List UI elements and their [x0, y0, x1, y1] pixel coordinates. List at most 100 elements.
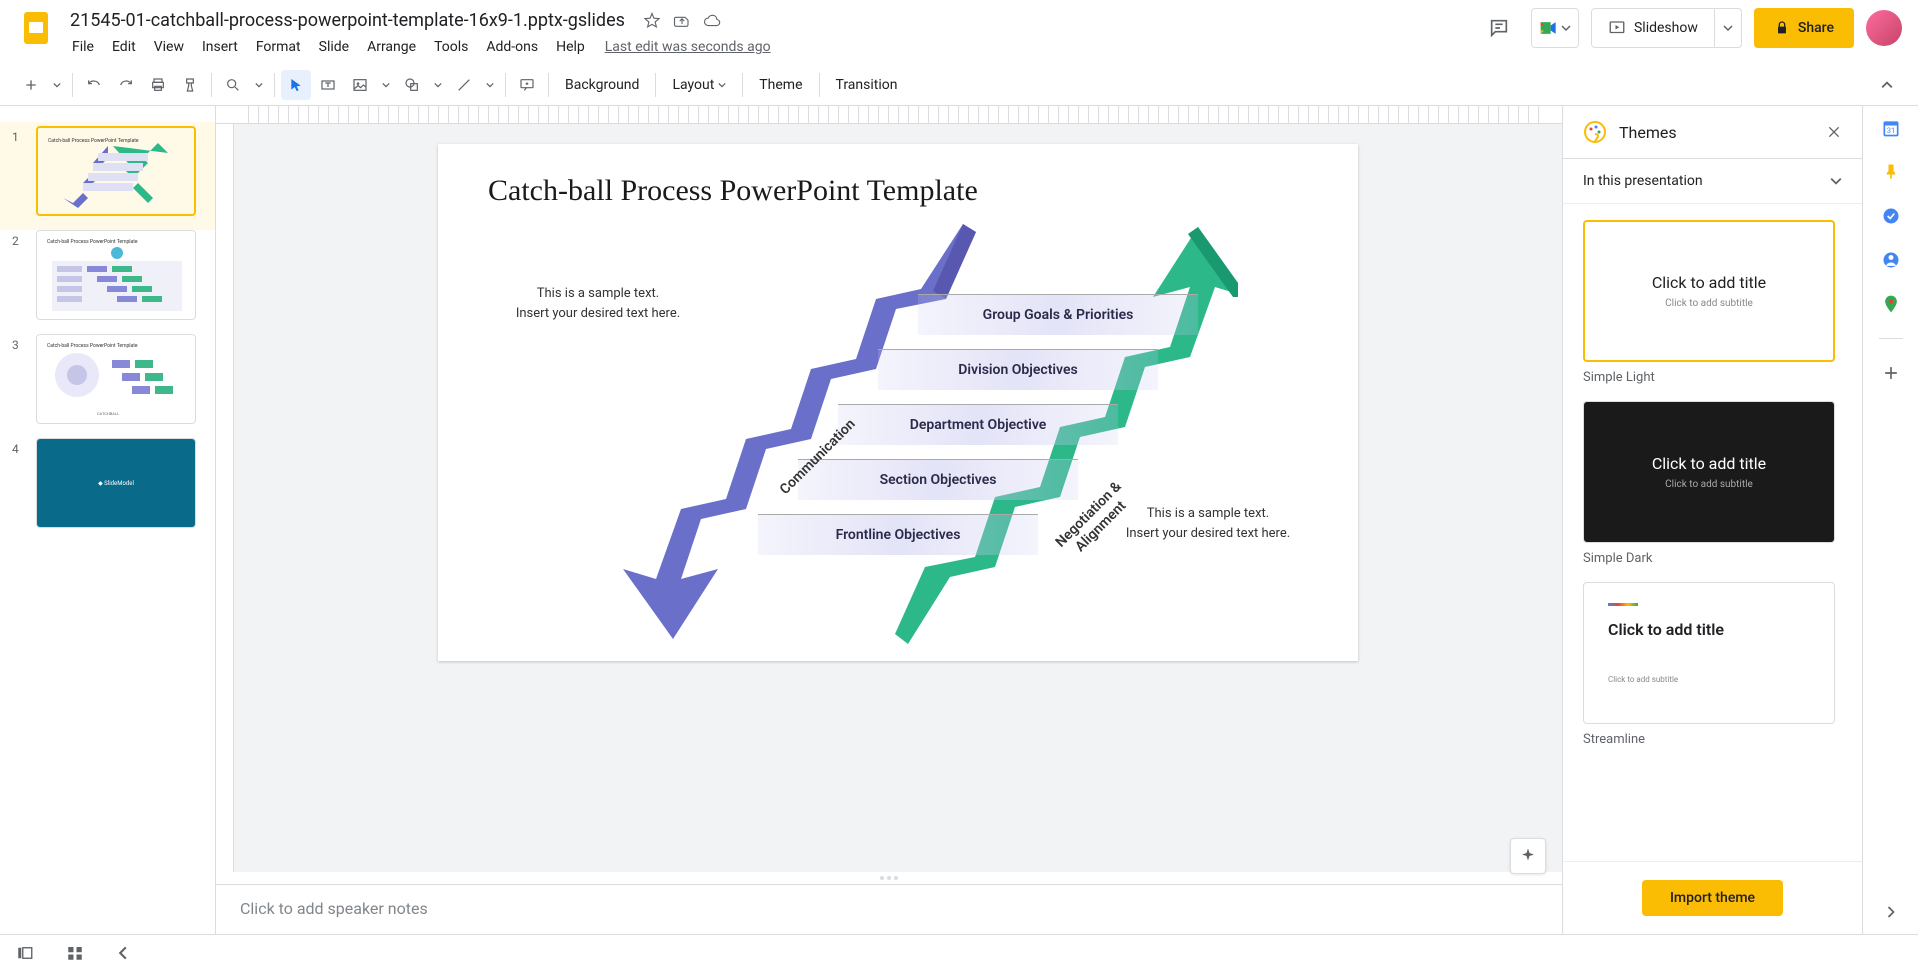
menu-help[interactable]: Help	[548, 35, 593, 59]
thumb-number: 2	[12, 230, 28, 320]
slide-thumbnail-3[interactable]: Catch-ball Process PowerPoint Template CA…	[36, 334, 196, 424]
layout-button[interactable]: Layout	[662, 70, 736, 100]
add-addon-icon[interactable]	[1881, 363, 1901, 383]
line-tool[interactable]	[449, 70, 479, 100]
tasks-icon[interactable]	[1881, 206, 1901, 226]
svg-text:CATCHBALL: CATCHBALL	[97, 411, 120, 416]
maps-icon[interactable]	[1881, 294, 1901, 314]
catchball-diagram[interactable]: Group Goals & Priorities Division Object…	[618, 214, 1238, 654]
contacts-icon[interactable]	[1881, 250, 1901, 270]
print-button[interactable]	[143, 70, 173, 100]
move-icon[interactable]	[673, 12, 691, 30]
redo-button[interactable]	[111, 70, 141, 100]
theme-card-simple-light: Click to add title Click to add subtitle…	[1583, 220, 1842, 385]
close-icon[interactable]	[1826, 124, 1842, 140]
comments-button[interactable]	[1479, 8, 1519, 48]
slide-thumbnail-4[interactable]: ◆ SlideModel	[36, 438, 196, 528]
filmstrip: 1 Catch-ball Process PowerPoint Template…	[0, 106, 216, 934]
user-avatar[interactable]	[1866, 10, 1902, 46]
share-button[interactable]: Share	[1754, 8, 1854, 48]
star-icon[interactable]	[643, 12, 661, 30]
line-dropdown[interactable]	[481, 70, 499, 100]
comment-icon	[1488, 17, 1510, 39]
slide-thumbnail-2[interactable]: Catch-ball Process PowerPoint Template	[36, 230, 196, 320]
theme-preview[interactable]: Click to add title Click to add subtitle	[1583, 401, 1835, 543]
theme-name: Simple Light	[1583, 370, 1842, 385]
lock-icon	[1774, 20, 1790, 36]
zoom-dropdown[interactable]	[250, 70, 268, 100]
rung-group-goals[interactable]: Group Goals & Priorities	[918, 294, 1198, 335]
menu-insert[interactable]: Insert	[194, 35, 246, 59]
slide-title-text[interactable]: Catch-ball Process PowerPoint Template	[488, 174, 978, 208]
rung-department[interactable]: Department Objective	[838, 404, 1118, 445]
app-header: 21545-01-catchball-process-powerpoint-te…	[0, 0, 1918, 64]
menu-addons[interactable]: Add-ons	[478, 35, 546, 59]
slide-thumbnail-1[interactable]: Catch-ball Process PowerPoint Template	[36, 126, 196, 216]
svg-text:Catch-ball Process PowerPoint: Catch-ball Process PowerPoint Template	[48, 138, 139, 144]
rung-frontline[interactable]: Frontline Objectives	[758, 514, 1038, 555]
menu-tools[interactable]: Tools	[426, 35, 476, 59]
speaker-notes[interactable]: Click to add speaker notes	[216, 884, 1562, 934]
last-edit-link[interactable]: Last edit was seconds ago	[605, 39, 771, 55]
explore-button[interactable]	[1510, 838, 1546, 874]
theme-preview[interactable]: Click to add title Click to add subtitle	[1583, 582, 1835, 724]
toolbar: Background Layout Theme Transition	[0, 64, 1918, 106]
new-slide-dropdown[interactable]	[48, 70, 66, 100]
select-tool[interactable]	[281, 70, 311, 100]
menu-format[interactable]: Format	[248, 35, 309, 59]
paint-format-button[interactable]	[175, 70, 205, 100]
hide-panel-icon[interactable]	[1881, 902, 1901, 922]
shape-tool[interactable]	[397, 70, 427, 100]
zoom-button[interactable]	[218, 70, 248, 100]
comment-tool[interactable]	[512, 70, 542, 100]
menu-slide[interactable]: Slide	[311, 35, 357, 59]
collapse-filmstrip-icon[interactable]	[116, 946, 130, 960]
image-tool[interactable]	[345, 70, 375, 100]
theme-button[interactable]: Theme	[749, 70, 812, 100]
theme-name: Simple Dark	[1583, 551, 1842, 566]
slide-canvas[interactable]: Catch-ball Process PowerPoint Template T…	[438, 144, 1358, 661]
slideshow-label: Slideshow	[1634, 20, 1698, 36]
thumbnail-row: 3 Catch-ball Process PowerPoint Template…	[12, 334, 203, 424]
rung-division[interactable]: Division Objectives	[878, 349, 1158, 390]
hide-menus-button[interactable]	[1872, 70, 1902, 100]
theme-card-streamline: Click to add title Click to add subtitle…	[1583, 582, 1842, 747]
calendar-icon[interactable]: 31	[1881, 118, 1901, 138]
canvas-area: Catch-ball Process PowerPoint Template T…	[216, 106, 1562, 934]
cloud-icon[interactable]	[703, 12, 721, 30]
keep-icon[interactable]	[1881, 162, 1901, 182]
menu-arrange[interactable]: Arrange	[359, 35, 424, 59]
meet-button[interactable]	[1531, 8, 1579, 48]
header-actions: Slideshow Share	[1479, 8, 1902, 48]
themes-section-toggle[interactable]: In this presentation	[1563, 159, 1862, 204]
themes-header: Themes	[1563, 106, 1862, 159]
textbox-tool[interactable]	[313, 70, 343, 100]
menu-view[interactable]: View	[146, 35, 192, 59]
menu-file[interactable]: File	[64, 35, 102, 59]
background-button[interactable]: Background	[555, 70, 649, 100]
undo-button[interactable]	[79, 70, 109, 100]
shape-dropdown[interactable]	[429, 70, 447, 100]
thumb-number: 3	[12, 334, 28, 424]
import-theme-button[interactable]: Import theme	[1642, 880, 1783, 916]
slides-logo[interactable]	[16, 8, 56, 48]
slideshow-button[interactable]: Slideshow	[1591, 8, 1742, 48]
transition-button[interactable]: Transition	[826, 70, 908, 100]
rung-section[interactable]: Section Objectives	[798, 459, 1078, 500]
grid-view-icon[interactable]	[66, 944, 84, 962]
svg-text:Catch-ball Process PowerPoint: Catch-ball Process PowerPoint Template	[47, 343, 138, 349]
image-dropdown[interactable]	[377, 70, 395, 100]
theme-preview[interactable]: Click to add title Click to add subtitle	[1583, 220, 1835, 362]
svg-text:Catch-ball Process PowerPoint: Catch-ball Process PowerPoint Template	[47, 239, 138, 245]
meet-icon	[1539, 20, 1559, 36]
new-slide-button[interactable]	[16, 70, 46, 100]
menu-edit[interactable]: Edit	[104, 35, 144, 59]
canvas-scroll[interactable]: Catch-ball Process PowerPoint Template T…	[234, 124, 1562, 872]
doc-title[interactable]: 21545-01-catchball-process-powerpoint-te…	[64, 8, 631, 33]
slideshow-dropdown[interactable]	[1715, 9, 1741, 47]
filmstrip-view-icon[interactable]	[16, 944, 34, 962]
notes-resize-handle[interactable]	[216, 872, 1562, 884]
theme-card-simple-dark: Click to add title Click to add subtitle…	[1583, 401, 1842, 566]
thumb-number: 4	[12, 438, 28, 528]
palette-icon	[1583, 120, 1607, 144]
